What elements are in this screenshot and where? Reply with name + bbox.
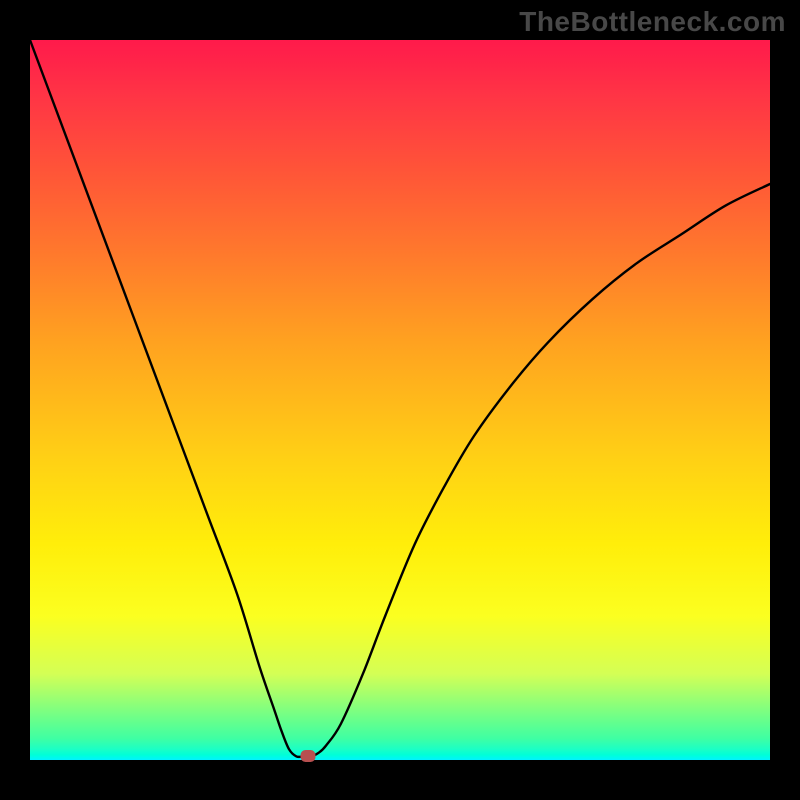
watermark-text: TheBottleneck.com: [519, 6, 786, 38]
optimum-marker: [300, 750, 315, 762]
chart-frame: TheBottleneck.com: [0, 0, 800, 800]
bottleneck-curve: [30, 40, 770, 757]
plot-area: [30, 40, 770, 760]
curve-svg: [30, 40, 770, 760]
